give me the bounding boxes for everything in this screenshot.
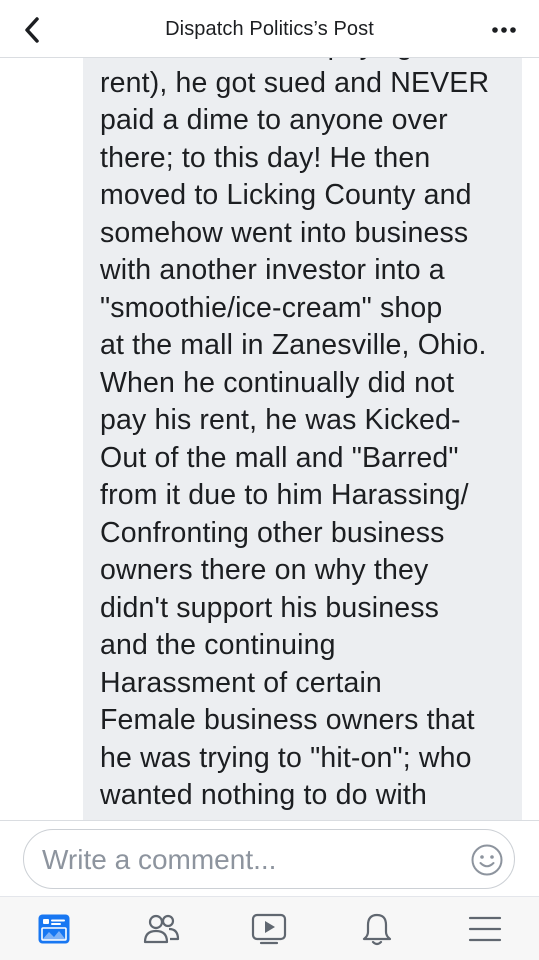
tab-friends[interactable] (141, 909, 181, 949)
smiley-icon[interactable] (470, 843, 504, 877)
tab-notifications[interactable] (357, 909, 397, 949)
top-nav-bar: Dispatch Politics’s Post (0, 0, 539, 58)
bottom-tab-bar (0, 896, 539, 960)
tab-watch[interactable] (249, 909, 289, 949)
tab-menu[interactable] (465, 909, 505, 949)
watch-icon (251, 913, 287, 945)
tab-news-feed[interactable] (34, 909, 74, 949)
news-feed-icon (38, 914, 70, 944)
friends-icon (143, 914, 180, 944)
comment-text: investors and not paying Mall rent), he … (100, 57, 490, 811)
notifications-bell-icon (362, 913, 392, 946)
comment-input[interactable] (40, 840, 454, 880)
ellipsis-icon (492, 27, 516, 33)
menu-icon (468, 916, 502, 942)
screen: Dispatch Politics’s Post investors and n… (0, 0, 539, 960)
comment-composer (0, 820, 539, 897)
more-options-button[interactable] (487, 16, 521, 44)
comment-thread: investors and not paying Mall rent), he … (0, 57, 539, 820)
page-title: Dispatch Politics’s Post (165, 18, 374, 40)
comment-input-box[interactable] (23, 829, 515, 889)
comment-bubble[interactable]: investors and not paying Mall rent), he … (83, 57, 522, 820)
